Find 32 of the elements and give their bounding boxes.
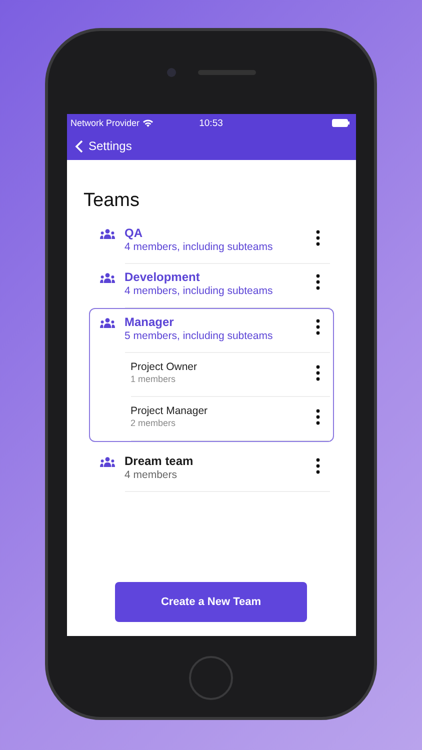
team-name[interactable]: Manager — [124, 315, 330, 329]
more-icon[interactable] — [316, 409, 320, 425]
group-icon — [100, 273, 114, 283]
page-title: Teams — [84, 190, 140, 212]
carrier-name: Network Provider — [70, 118, 140, 128]
team-member-count: 4 members, including subteams — [124, 285, 274, 297]
battery-icon — [332, 119, 350, 127]
more-icon[interactable] — [316, 458, 320, 474]
team-name[interactable]: Development — [124, 270, 330, 284]
team-name[interactable]: QA — [124, 226, 330, 240]
back-button[interactable]: Settings — [74, 139, 132, 153]
group-icon — [100, 318, 114, 328]
more-icon[interactable] — [316, 230, 320, 246]
team-member-count: 5 members, including subteams — [124, 330, 274, 342]
wifi-icon — [142, 119, 153, 127]
group-icon — [100, 457, 114, 467]
more-icon[interactable] — [316, 274, 320, 290]
team-member-count: 2 members — [130, 418, 177, 428]
camera-icon — [166, 68, 176, 77]
status-time: 10:53 — [198, 118, 224, 128]
speaker-icon — [198, 70, 256, 75]
more-icon[interactable] — [316, 365, 320, 381]
team-name[interactable]: Project Manager — [130, 405, 330, 417]
group-icon — [100, 229, 114, 239]
create-team-button[interactable]: Create a New Team — [115, 582, 307, 622]
back-chevron-icon — [74, 140, 82, 152]
team-member-count: 4 members — [124, 469, 178, 481]
team-member-count: 1 members — [130, 374, 177, 384]
team-name[interactable]: Dream team — [124, 454, 330, 468]
more-icon[interactable] — [316, 319, 320, 335]
team-member-count: 4 members, including subteams — [124, 241, 274, 253]
team-name[interactable]: Project Owner — [130, 361, 330, 373]
